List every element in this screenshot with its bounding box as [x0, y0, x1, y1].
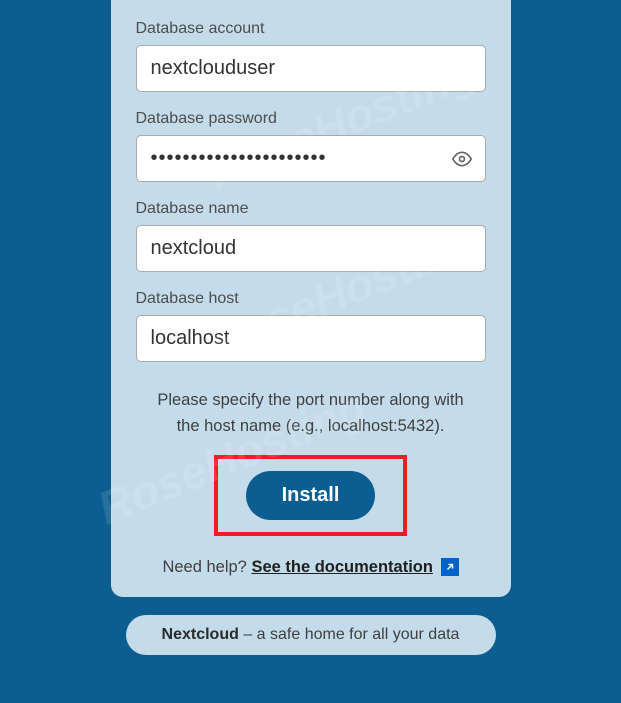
help-line: Need help? See the documentation	[136, 558, 486, 577]
documentation-link[interactable]: See the documentation	[251, 558, 433, 576]
db-name-label: Database name	[136, 200, 486, 218]
brand-name: Nextcloud	[162, 626, 239, 643]
db-host-group: Database host	[136, 290, 486, 362]
db-account-group: Database account	[136, 20, 486, 92]
button-row: Install	[136, 455, 486, 536]
db-password-group: Database password	[136, 110, 486, 182]
setup-panel: Database account Database password Datab…	[111, 0, 511, 597]
db-account-label: Database account	[136, 20, 486, 38]
external-link-icon[interactable]	[441, 558, 459, 576]
db-password-label: Database password	[136, 110, 486, 128]
install-highlight-box: Install	[214, 455, 408, 536]
host-hint: Please specify the port number along wit…	[136, 387, 486, 440]
db-host-input[interactable]	[136, 315, 486, 362]
db-host-label: Database host	[136, 290, 486, 308]
db-account-input[interactable]	[136, 45, 486, 92]
db-password-input[interactable]	[136, 135, 486, 182]
db-name-input[interactable]	[136, 225, 486, 272]
password-wrapper	[136, 135, 486, 182]
footer-pill: Nextcloud – a safe home for all your dat…	[126, 615, 496, 655]
install-button[interactable]: Install	[246, 471, 376, 520]
eye-icon[interactable]	[452, 149, 472, 169]
tagline-text: – a safe home for all your data	[239, 626, 460, 643]
db-name-group: Database name	[136, 200, 486, 272]
help-prefix: Need help?	[162, 558, 251, 576]
